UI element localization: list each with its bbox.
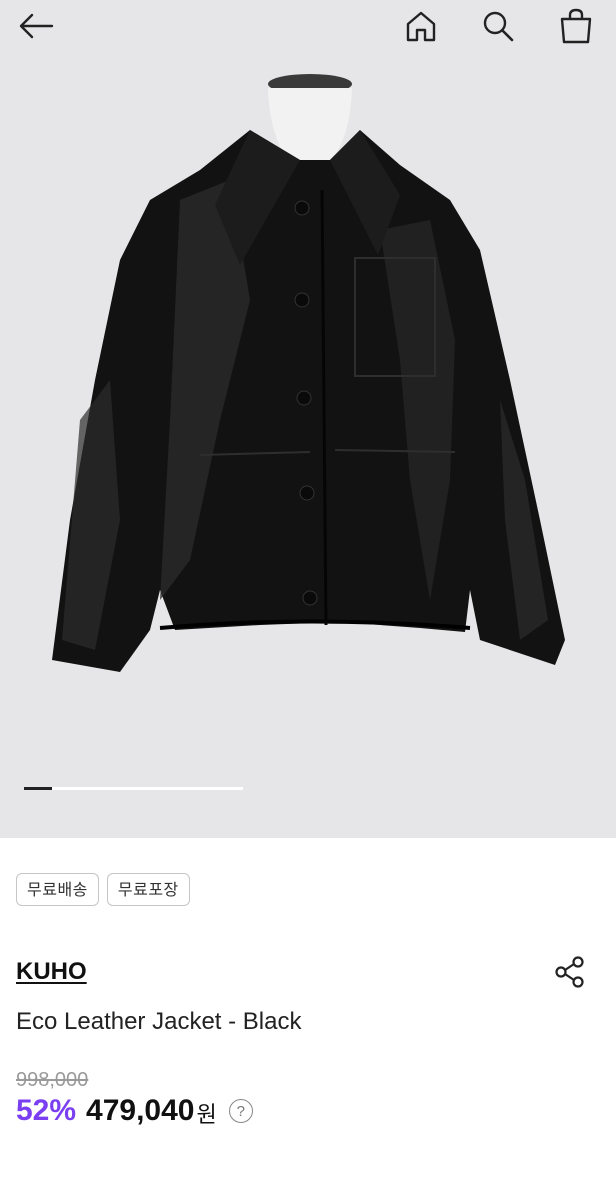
- sale-price: 479,040: [86, 1094, 195, 1127]
- badge-list: 무료배송 무료포장: [16, 873, 190, 906]
- home-icon: [406, 11, 436, 42]
- gallery-progress-track: [24, 787, 243, 790]
- search-icon: [483, 11, 514, 42]
- shopping-bag-icon: [560, 8, 592, 44]
- back-button[interactable]: [14, 4, 58, 48]
- original-price: 998,000: [16, 1069, 89, 1091]
- share-button[interactable]: [550, 952, 590, 992]
- arrow-left-icon: [19, 13, 54, 39]
- product-name: Eco Leather Jacket - Black: [16, 1008, 302, 1035]
- brand-link[interactable]: KUHO: [16, 958, 87, 986]
- product-image-gallery[interactable]: [0, 0, 616, 838]
- price-help-icon[interactable]: ?: [228, 1099, 253, 1123]
- currency-unit: 원: [196, 1103, 217, 1128]
- discount-rate: 52%: [16, 1094, 77, 1127]
- home-button[interactable]: [399, 4, 443, 48]
- cart-button[interactable]: [554, 4, 598, 48]
- product-image: [0, 0, 616, 838]
- free-shipping-badge: 무료배송: [16, 873, 99, 906]
- top-navigation-bar: [0, 0, 616, 52]
- search-button[interactable]: [476, 4, 520, 48]
- share-icon: [555, 956, 584, 988]
- free-wrapping-badge: 무료포장: [106, 873, 190, 906]
- price-row: 52% 479,040 원 ?: [16, 1093, 253, 1129]
- gallery-progress-fill: [24, 787, 53, 790]
